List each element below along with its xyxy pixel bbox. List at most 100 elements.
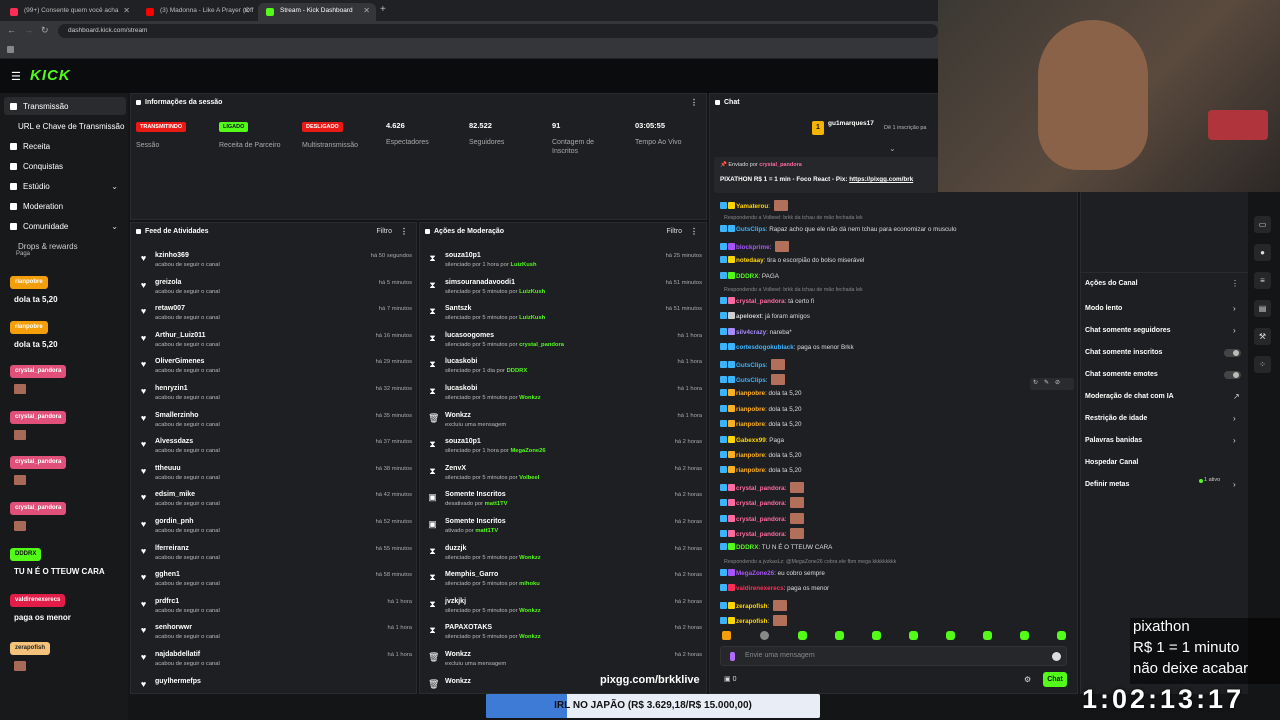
activity-username[interactable]: Arthur_Luiz011	[155, 332, 206, 339]
chat-message[interactable]: notedaay: tira o escorpião do bolso mise…	[720, 256, 864, 264]
chevron-down-icon[interactable]: ⌄	[111, 182, 118, 191]
activity-row[interactable]: ♥ OliverGimenes acabou de seguir o canal há…	[131, 355, 416, 381]
chat-username[interactable]: DDDRX	[736, 273, 758, 280]
sidebar-item-moderation[interactable]: Moderation	[10, 202, 63, 211]
chat-input[interactable]: Envie uma mensagem	[720, 646, 1067, 666]
channel-action-3[interactable]: Chat somente emotes	[1085, 371, 1158, 378]
moderation-target[interactable]: Wonkzz	[445, 678, 471, 685]
moderation-row[interactable]: ⧗ ZenvX silenciado por 5 minutos por Volbe…	[420, 462, 706, 488]
close-icon[interactable]: ✕	[243, 6, 250, 15]
chat-message[interactable]: Yamaterou:	[720, 200, 788, 211]
chat-username[interactable]: rianpobre	[736, 421, 765, 428]
moderator-name[interactable]: LuizKush	[510, 262, 536, 268]
chat-message[interactable]: GutsClips: Rapaz acho que ele não dá nem…	[720, 225, 957, 233]
chat-message[interactable]: silv4crazy: nareba*	[720, 327, 792, 336]
chat-username[interactable]: crystal_pandora	[736, 500, 785, 507]
activity-username[interactable]: senhorwwr	[155, 624, 192, 631]
moderator-name[interactable]: Volbeel	[519, 475, 539, 481]
moderation-target[interactable]: lucaskobi	[445, 385, 477, 392]
moderation-row[interactable]: ⧗ Memphis_Garro silenciado por 5 minutos p…	[420, 568, 706, 594]
chat-bubble-icon[interactable]: ●	[1254, 244, 1271, 261]
chat-username[interactable]: crystal_pandora	[736, 485, 785, 492]
chat-message[interactable]: rianpobre: dola ta 5,20	[720, 466, 801, 474]
moderation-row[interactable]: ▣ Somente Inscritos ativado por matt1TV há …	[420, 515, 706, 541]
chat-message[interactable]: GutsClips:	[720, 358, 786, 370]
moderation-target[interactable]: duzzjk	[445, 545, 466, 552]
browser-tab-0[interactable]: (99+) Consente quem você acha ✕	[2, 3, 136, 21]
chat-username[interactable]: notedaay	[736, 257, 764, 264]
activity-username[interactable]: edsim_mike	[155, 491, 195, 498]
activity-row[interactable]: ♥ Alvessdazs acabou de seguir o canal há 37…	[131, 435, 416, 461]
moderation-row[interactable]: ⧗ duzzjk silenciado por 5 minutos por Wonk…	[420, 542, 706, 568]
activity-row[interactable]: ♥ Arthur_Luiz011 acabou de seguir o canal h…	[131, 329, 416, 355]
moderation-target[interactable]: Wonkzz	[445, 412, 471, 419]
chevron-right-icon[interactable]: ›	[1233, 436, 1236, 445]
moderator-name[interactable]: Wonkzz	[519, 608, 540, 614]
chat-username[interactable]: DDDRX	[736, 544, 758, 551]
moderation-row[interactable]: ⧗ PAPAXOTAKS silenciado por 5 minutos por …	[420, 621, 706, 647]
moderator-name[interactable]: DDDRX	[507, 368, 528, 374]
chat-username[interactable]: GutsClips	[736, 226, 766, 233]
moderation-target[interactable]: lucasoogomes	[445, 332, 494, 339]
moderation-row[interactable]: ⧗ jvzkjkj silenciado por 5 minutos por Won…	[420, 595, 706, 621]
moderator-name[interactable]: matt1TV	[485, 501, 508, 507]
chat-username[interactable]: MegaZone26	[736, 570, 774, 577]
more-icon[interactable]: ⋮	[400, 227, 408, 236]
chevron-right-icon[interactable]: ›	[1233, 414, 1236, 423]
moderation-target[interactable]: Somente Inscritos	[445, 518, 506, 525]
activity-row[interactable]: ♥ greizola acabou de seguir o canal há 5 mi…	[131, 276, 416, 302]
moderator-name[interactable]: matt1TV	[475, 528, 498, 534]
chat-message[interactable]: cortesdogokublack: paga os menor Brkk	[720, 343, 854, 351]
sidebar-item-estudio[interactable]: Estúdio	[10, 182, 50, 191]
chat-message[interactable]: rianpobre: dola ta 5,20	[720, 389, 801, 397]
chat-username[interactable]: Yamaterou	[736, 203, 768, 210]
message-actions[interactable]: ↻✎⊘	[1030, 378, 1074, 390]
apps-icon[interactable]: ⁘	[1254, 356, 1271, 373]
save-icon[interactable]: ▤	[1254, 300, 1271, 317]
channel-action-4[interactable]: Moderação de chat com IA	[1085, 393, 1174, 400]
activity-username[interactable]: Alvessdazs	[155, 438, 193, 445]
chat-message[interactable]: DDDRX: PAGA	[720, 271, 779, 280]
moderator-name[interactable]: Wonkzz	[519, 395, 540, 401]
activity-row[interactable]: ♥ gghen1 acabou de seguir o canal há 58 min…	[131, 568, 416, 594]
chat-message[interactable]: crystal_pandora:	[720, 528, 805, 539]
moderation-target[interactable]: PAPAXOTAKS	[445, 624, 492, 631]
activity-username[interactable]: ttheuuu	[155, 465, 181, 472]
activity-row[interactable]: ♥ prdfrc1 acabou de seguir o canal há 1 hor…	[131, 595, 416, 621]
chat-message[interactable]: crystal_pandora:	[720, 481, 805, 493]
activity-row[interactable]: ♥ lferreiranz acabou de seguir o canal há 5…	[131, 542, 416, 568]
url-input[interactable]: dashboard.kick.com/stream	[58, 24, 938, 38]
activity-username[interactable]: retaw007	[155, 305, 185, 312]
emote-icon[interactable]	[722, 631, 731, 640]
moderation-row[interactable]: ⧗ lucasoogomes silenciado por 5 minutos po…	[420, 329, 706, 355]
close-icon[interactable]: ✕	[363, 6, 370, 15]
moderation-target[interactable]: Somente Inscritos	[445, 491, 506, 498]
chat-message[interactable]: valdirenexerecs: paga os menor	[720, 584, 829, 592]
new-tab-icon[interactable]: +	[380, 4, 386, 15]
top-gifter-name[interactable]: gu1marques17	[828, 120, 874, 127]
moderation-row[interactable]: ⧗ simsouranadavoodi1 silenciado por 5 minu…	[420, 276, 706, 302]
chat-message[interactable]: crystal_pandora: tá certo fi	[720, 297, 814, 305]
sidebar-item-receita[interactable]: Receita	[10, 142, 50, 151]
activity-username[interactable]: kzinho369	[155, 252, 189, 259]
chat-username[interactable]: rianpobre	[736, 467, 765, 474]
chevron-right-icon[interactable]: ›	[1233, 304, 1236, 313]
chevron-down-icon[interactable]: ⌄	[111, 222, 118, 231]
moderation-row[interactable]: 🗑 Wonkzz excluiu uma mensagem há 2 horas	[420, 648, 706, 674]
chat-username[interactable]: zerapofish	[736, 618, 768, 625]
moderation-target[interactable]: jvzkjkj	[445, 598, 466, 605]
wrench-icon[interactable]: ⚒	[1254, 328, 1271, 345]
chevron-right-icon[interactable]: ›	[1233, 480, 1236, 489]
sidebar-item-conquistas[interactable]: Conquistas	[10, 162, 63, 171]
activity-username[interactable]: henryzin1	[155, 385, 188, 392]
moderator-name[interactable]: Wonkzz	[519, 555, 540, 561]
reload-icon[interactable]: ↻	[41, 25, 49, 36]
activity-username[interactable]: gghen1	[155, 571, 180, 578]
browser-tab-1[interactable]: (3) Madonna - Like A Prayer (Off ✕	[138, 3, 256, 21]
moderation-target[interactable]: souza10p1	[445, 438, 481, 445]
moderator-name[interactable]: crystal_pandora	[519, 342, 564, 348]
chat-message[interactable]: crystal_pandora:	[720, 497, 805, 509]
apps-icon[interactable]	[7, 46, 14, 53]
toggle-switch[interactable]	[1224, 371, 1241, 379]
emote-icon[interactable]	[946, 631, 955, 640]
